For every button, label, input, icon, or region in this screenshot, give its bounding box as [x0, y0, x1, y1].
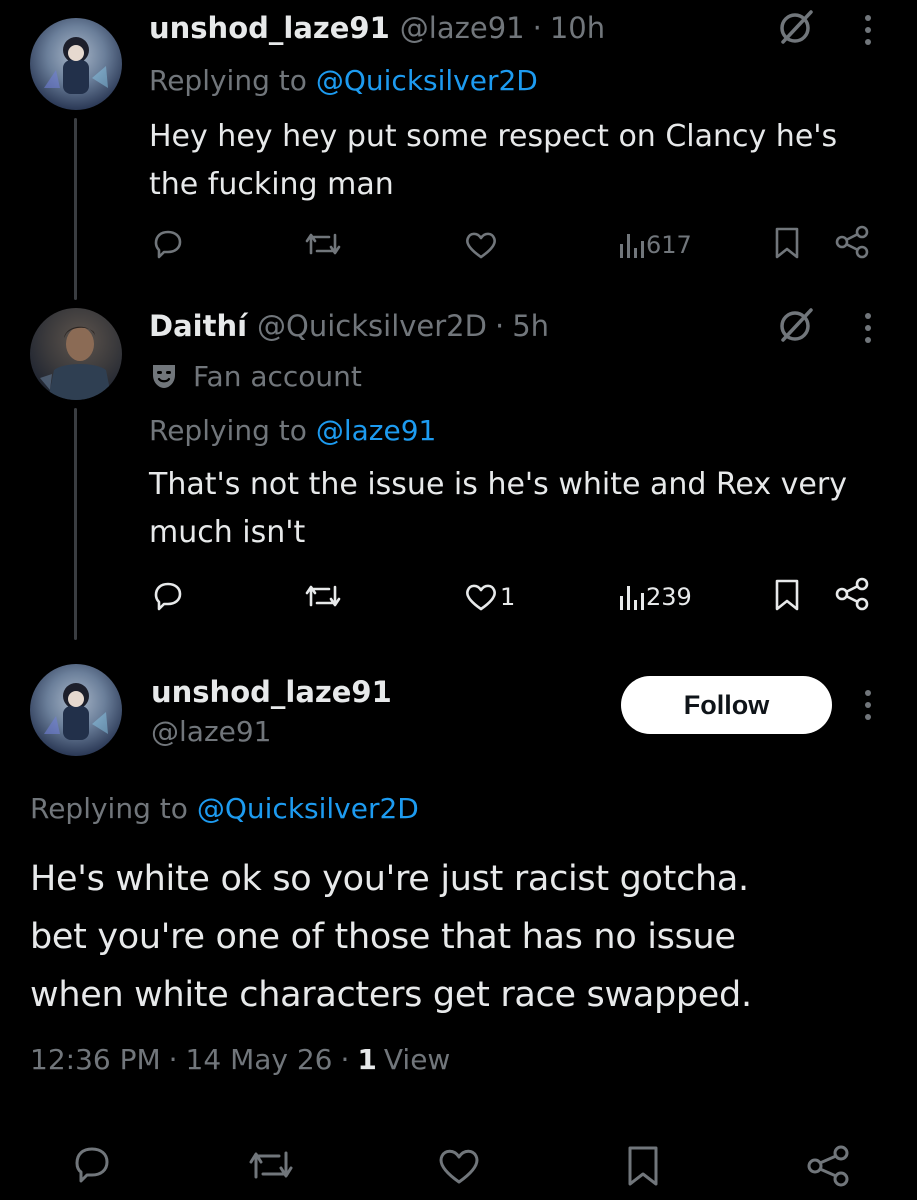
like-icon: [466, 584, 496, 611]
tweet-text: He's white ok so you're just racist gotc…: [30, 850, 752, 1024]
tweet-time[interactable]: 12:36 PM: [30, 1043, 161, 1076]
tweet-text-line: bet you're one of those that has no issu…: [30, 917, 736, 957]
reply-icon[interactable]: [152, 229, 184, 259]
view-count[interactable]: 1: [357, 1043, 376, 1076]
timestamp[interactable]: 10h: [550, 11, 605, 45]
reply-to-link[interactable]: @Quicksilver2D: [197, 792, 419, 825]
share-icon[interactable]: [834, 225, 870, 259]
reply-icon[interactable]: [152, 581, 184, 611]
display-name[interactable]: unshod_laze91: [151, 672, 392, 712]
retweet-icon[interactable]: [246, 1146, 296, 1184]
retweet-icon[interactable]: [303, 229, 343, 259]
reply-to-link[interactable]: @Quicksilver2D: [316, 64, 538, 97]
reply-context: Replying to @Quicksilver2D: [149, 60, 538, 100]
tweet-text-line: That's not the issue is he's white and R…: [149, 467, 847, 502]
tweet-header: unshod_laze91 @laze91 · 10h: [149, 8, 605, 48]
tweet-text-line: He's white ok so you're just racist gotc…: [30, 859, 749, 899]
views-icon: [620, 586, 644, 610]
more-vertical-icon[interactable]: [860, 687, 876, 723]
view-label: View: [383, 1042, 451, 1076]
tweet-date[interactable]: 14 May 26: [186, 1043, 333, 1076]
handle[interactable]: @laze91: [151, 712, 392, 752]
avatar[interactable]: [30, 664, 122, 756]
retweet-icon[interactable]: [303, 581, 343, 611]
views-label: 239: [646, 583, 692, 611]
like-button[interactable]: 1: [464, 580, 515, 614]
tweet-text: That's not the issue is he's white and R…: [149, 461, 847, 557]
reply-to-link[interactable]: @laze91: [316, 414, 437, 447]
tweet-header: Daithí @Quicksilver2D · 5h: [149, 306, 549, 346]
separator: ·: [168, 1042, 178, 1076]
mask-icon: [153, 365, 175, 388]
replying-to-label: Replying to: [149, 413, 307, 447]
author-info: unshod_laze91 @laze91: [151, 672, 392, 752]
fan-account-badge: Fan account: [149, 356, 362, 396]
more-vertical-icon[interactable]: [860, 310, 876, 346]
display-name[interactable]: unshod_laze91: [149, 11, 390, 45]
reply-icon[interactable]: [72, 1145, 112, 1183]
more-vertical-icon[interactable]: [860, 12, 876, 48]
thread-line: [74, 118, 77, 300]
share-icon[interactable]: [834, 577, 870, 611]
reply-context: Replying to @laze91: [149, 410, 436, 450]
tweet-meta: 12:36 PM · 14 May 26 · 1 View: [30, 1038, 450, 1080]
display-name[interactable]: Daithí: [149, 309, 247, 343]
share-icon[interactable]: [805, 1144, 851, 1188]
like-count: 1: [500, 583, 516, 611]
like-icon[interactable]: [437, 1147, 481, 1185]
grok-icon[interactable]: [775, 304, 817, 346]
avatar[interactable]: [30, 18, 122, 110]
tweet-text-line: when white characters get race swapped.: [30, 975, 752, 1015]
reply-context: Replying to @Quicksilver2D: [30, 788, 419, 828]
bookmark-icon[interactable]: [625, 1144, 661, 1188]
separator: ·: [340, 1042, 350, 1076]
thread-line: [74, 408, 77, 640]
views-icon: [620, 234, 644, 258]
tweet-text-line: the fucking man: [149, 167, 394, 202]
separator: ·: [532, 11, 542, 45]
tweet-text-line: Hey hey hey put some respect on Clancy h…: [149, 119, 838, 154]
replying-to-label: Replying to: [149, 63, 307, 97]
avatar[interactable]: [30, 308, 122, 400]
handle[interactable]: @Quicksilver2D: [257, 309, 487, 343]
tweet-text: Hey hey hey put some respect on Clancy h…: [149, 113, 837, 209]
views-count[interactable]: 239: [618, 580, 692, 614]
like-icon[interactable]: [464, 230, 498, 260]
replying-to-label: Replying to: [30, 791, 188, 825]
tweet-text-line: much isn't: [149, 515, 306, 550]
views-label: 617: [646, 231, 692, 259]
timestamp[interactable]: 5h: [512, 309, 549, 343]
handle[interactable]: @laze91: [400, 11, 525, 45]
grok-icon[interactable]: [775, 6, 817, 48]
bookmark-icon[interactable]: [773, 578, 801, 612]
follow-button[interactable]: Follow: [621, 676, 832, 734]
fan-account-label: Fan account: [193, 359, 362, 393]
separator: ·: [494, 309, 505, 343]
views-count[interactable]: 617: [618, 228, 692, 262]
bookmark-icon[interactable]: [773, 226, 801, 260]
